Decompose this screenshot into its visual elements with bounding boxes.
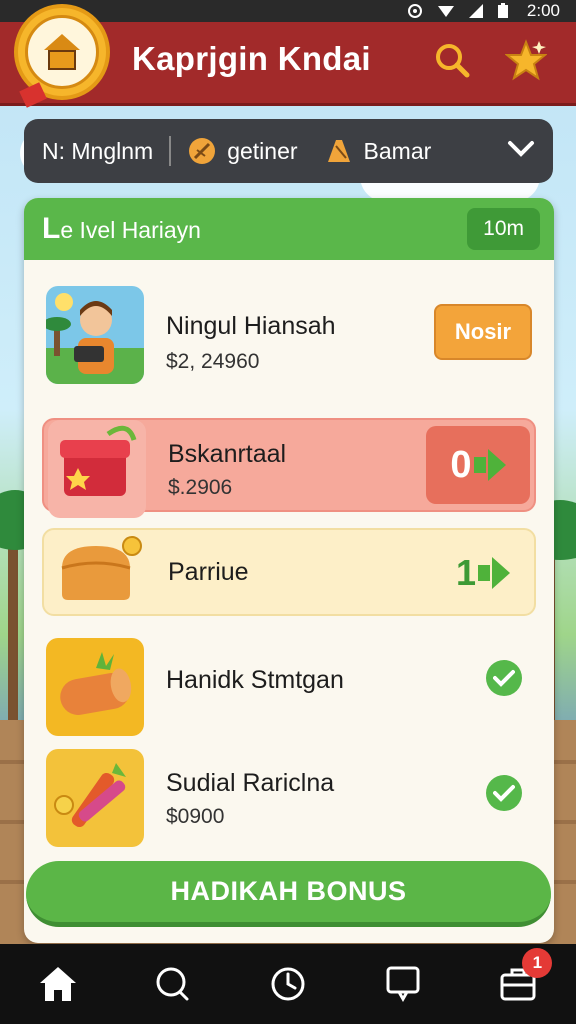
app-logo[interactable]: [14, 4, 110, 108]
logo-inner: [25, 15, 99, 89]
app-title: Kaprjgin Kndai: [132, 40, 371, 77]
wifi-icon: [437, 3, 454, 19]
search-button[interactable]: [430, 38, 474, 82]
nav-messages[interactable]: [373, 954, 433, 1014]
list-item[interactable]: Sudial Rariclna $0900: [42, 741, 536, 853]
battery-icon: [497, 3, 513, 19]
clock-icon: [271, 967, 305, 1001]
search-icon: [436, 44, 470, 78]
bonus-button[interactable]: HADIKAH BONUS: [26, 861, 551, 927]
star-icon: [505, 39, 547, 81]
bread-icon: [48, 528, 146, 626]
item-name: Hanidk Stmtgan: [166, 666, 344, 694]
leaf-icon: [187, 136, 217, 166]
list-item[interactable]: Bskanrtaal $.2906 0: [42, 418, 536, 518]
bottom-nav: 1: [0, 944, 576, 1024]
filter-bar: N: Mnglnm getiner Bamar: [24, 119, 553, 183]
divider: [169, 136, 172, 166]
log-icon: [46, 638, 144, 736]
nfc-icon: [407, 3, 423, 19]
item-name: Sudial Rariclna: [166, 769, 335, 797]
nav-history[interactable]: [258, 954, 318, 1014]
panel-header: Le Ivel Hariayn 10m: [24, 198, 554, 260]
nav-inventory[interactable]: 1: [488, 948, 553, 1014]
claim-count: 1: [456, 552, 477, 593]
filter-sort-label: Bamar: [363, 137, 432, 164]
completed-check-icon: [486, 775, 522, 811]
quest-panel: Le Ivel Hariayn 10m Ningul Hiansah $2, 2…: [24, 198, 554, 943]
arrow-right-icon: [487, 449, 506, 481]
filter-location-label: N: Mnglnm: [42, 137, 154, 164]
chest-icon: [48, 420, 146, 518]
filter-category[interactable]: getiner: [187, 119, 298, 183]
claim-button[interactable]: 0: [426, 426, 530, 504]
list-item[interactable]: Hanidk Stmtgan: [42, 630, 536, 742]
tools-icon: [46, 749, 144, 847]
item-price: $0900: [166, 805, 225, 828]
filter-sort[interactable]: Bamar: [324, 119, 432, 183]
claim-button[interactable]: 1: [456, 552, 511, 594]
nav-search[interactable]: [143, 954, 203, 1014]
notification-badge: 1: [522, 948, 553, 978]
avatar: [46, 286, 144, 384]
nav-home[interactable]: [28, 954, 88, 1014]
search-icon: [156, 967, 189, 1001]
item-name: Parriue: [168, 558, 249, 586]
item-name: Ningul Hiansah: [166, 312, 336, 340]
timer-chip: 10m: [467, 208, 540, 250]
signal-icon: [467, 3, 483, 19]
house-icon: [44, 34, 80, 50]
item-price: $.2906: [168, 476, 233, 499]
action-button[interactable]: Nosir: [434, 304, 532, 360]
item-name: Bskanrtaal: [168, 440, 287, 468]
chat-icon: [386, 966, 420, 1003]
arrow-right-icon: [492, 557, 511, 589]
completed-check-icon: [486, 660, 522, 696]
filter-category-label: getiner: [227, 137, 298, 164]
status-time: 2:00: [526, 1, 560, 20]
bell-icon: [324, 136, 354, 166]
panel-title: Le Ivel Hariayn: [42, 212, 201, 245]
filter-location[interactable]: N: Mnglnm: [42, 119, 153, 183]
list-item[interactable]: Ningul Hiansah $2, 24960 Nosir: [42, 278, 536, 390]
home-icon: [39, 967, 76, 1001]
chevron-down-icon: [508, 140, 534, 157]
favorites-button[interactable]: [504, 38, 548, 82]
item-price: $2, 24960: [166, 350, 260, 373]
list-item[interactable]: Parriue 1: [42, 528, 536, 616]
expand-filters-button[interactable]: [507, 138, 535, 165]
claim-count: 0: [450, 443, 472, 486]
